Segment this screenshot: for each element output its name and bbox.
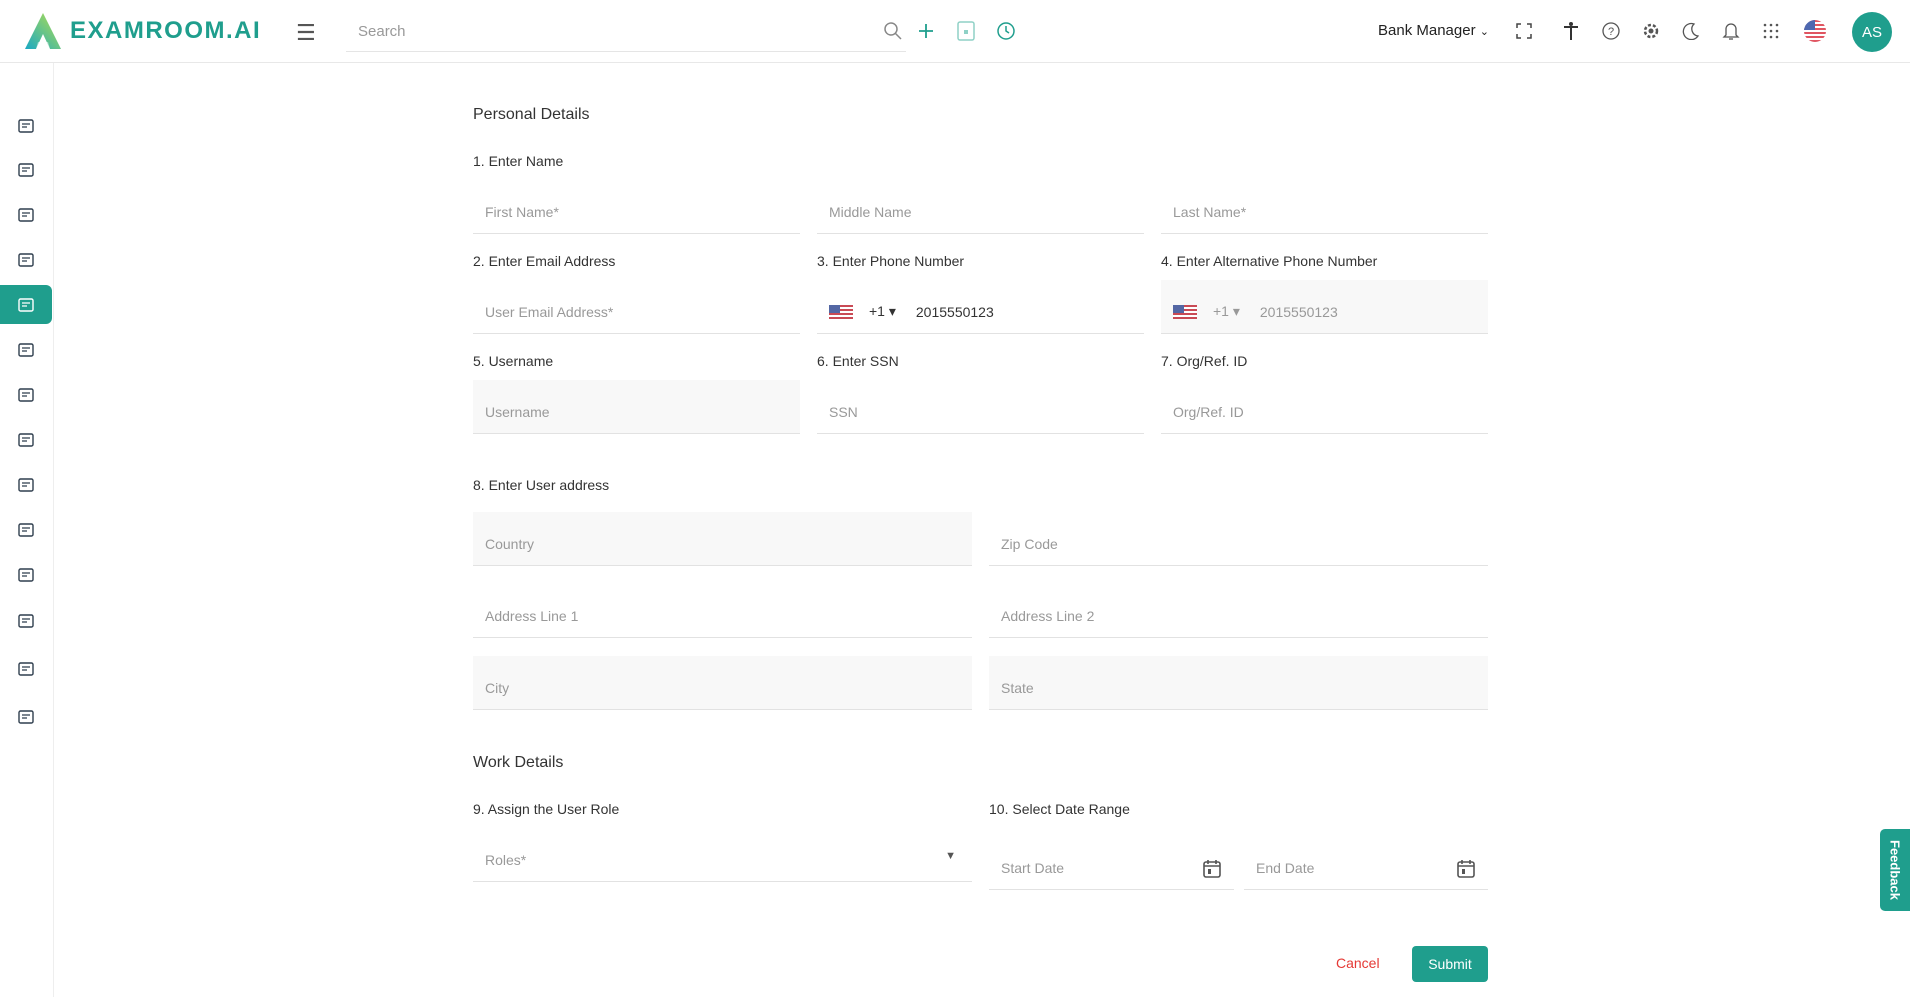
section-title-personal: Personal Details <box>473 106 590 123</box>
sidebar-item-6[interactable] <box>0 330 52 369</box>
add-library-icon <box>17 206 35 224</box>
chevron-down-icon: ⌄ <box>1479 26 1489 38</box>
section-title-work: Work Details <box>473 754 564 771</box>
zip-code-input[interactable]: Zip Code <box>989 512 1488 566</box>
avatar[interactable]: AS <box>1852 12 1892 52</box>
sidebar-item-1[interactable] <box>0 106 52 145</box>
notes-icon <box>17 386 35 404</box>
sidebar-item-2[interactable] <box>0 150 52 189</box>
label-username: 5. Username <box>473 353 554 369</box>
alt-phone-value: 2015550123 <box>1259 303 1338 320</box>
country-code-select[interactable]: +1 ▾ <box>1213 303 1240 320</box>
servers-icon <box>17 117 35 135</box>
sidebar-item-13[interactable] <box>0 649 52 688</box>
country-code-select[interactable]: +1 ▾ <box>869 303 896 320</box>
search-input[interactable]: Search <box>346 12 906 52</box>
calendar-icon[interactable] <box>1456 858 1476 878</box>
cancel-button[interactable]: Cancel <box>1336 955 1380 971</box>
country-input[interactable]: Country <box>473 512 972 566</box>
sidebar-item-12[interactable] <box>0 601 52 640</box>
sidebar-item-5[interactable] <box>0 285 52 324</box>
server-chat-icon <box>17 660 35 678</box>
logo[interactable]: EXAMROOM.AI <box>24 12 261 50</box>
ssn-input[interactable]: SSN <box>817 380 1144 434</box>
list-collapse-icon <box>17 521 35 539</box>
save-icon[interactable] <box>953 18 979 44</box>
label-role: 9. Assign the User Role <box>473 801 620 817</box>
top-header: EXAMROOM.AI ☰ Search Bank Manager ⌄ ? AS <box>0 0 1910 63</box>
label-ssn: 6. Enter SSN <box>817 353 899 369</box>
alt-phone-input[interactable]: +1 ▾ 2015550123 <box>1161 280 1488 334</box>
sidebar-item-4[interactable] <box>0 240 52 279</box>
sidebar-item-14[interactable] <box>0 697 52 736</box>
add-icon[interactable] <box>913 18 939 44</box>
city-input[interactable]: City <box>473 656 972 710</box>
address-line-2-input[interactable]: Address Line 2 <box>989 584 1488 638</box>
label-date-range: 10. Select Date Range <box>989 801 1130 817</box>
user-icon <box>17 296 35 314</box>
user-settings-icon <box>17 251 35 269</box>
notification-bell-icon[interactable] <box>1718 18 1744 44</box>
label-name: 1. Enter Name <box>473 153 564 169</box>
phone-input[interactable]: +1 ▾ 2015550123 <box>817 280 1144 334</box>
org-ref-input[interactable]: Org/Ref. ID <box>1161 380 1488 434</box>
calendar-icon[interactable] <box>1202 858 1222 878</box>
us-flag-icon[interactable] <box>829 304 853 319</box>
address-line-1-input[interactable]: Address Line 1 <box>473 584 972 638</box>
username-input[interactable]: Username <box>473 380 800 434</box>
start-date-input[interactable]: Start Date <box>989 836 1234 890</box>
role-dropdown[interactable]: Bank Manager ⌄ <box>1378 22 1489 39</box>
us-flag-language-icon[interactable] <box>1802 18 1828 44</box>
feedback-tab[interactable]: Feedback <box>1880 829 1910 911</box>
email-input[interactable]: User Email Address* <box>473 280 800 334</box>
sidebar-item-9[interactable] <box>0 465 52 504</box>
history-icon[interactable] <box>993 18 1019 44</box>
sidebar-item-8[interactable] <box>0 420 52 459</box>
label-address: 8. Enter User address <box>473 477 610 493</box>
sidebar-item-7[interactable] <box>0 375 52 414</box>
label-email: 2. Enter Email Address <box>473 253 616 269</box>
sidebar-item-11[interactable] <box>0 555 52 594</box>
label-org: 7. Org/Ref. ID <box>1161 353 1248 369</box>
submit-button[interactable]: Submit <box>1412 946 1488 982</box>
sidebar-item-3[interactable] <box>0 195 52 234</box>
roles-select[interactable]: Roles* ▼ <box>473 828 972 882</box>
end-date-input[interactable]: End Date <box>1244 836 1488 890</box>
search-icon[interactable] <box>880 18 906 44</box>
sidebar-item-10[interactable] <box>0 510 52 549</box>
fullscreen-icon[interactable] <box>1511 18 1537 44</box>
first-name-input[interactable]: First Name* <box>473 180 800 234</box>
hierarchy-icon <box>17 341 35 359</box>
apps-grid-icon[interactable] <box>1758 18 1784 44</box>
menu-toggle-icon[interactable]: ☰ <box>296 20 316 46</box>
dropdown-arrow-icon: ▼ <box>945 849 956 862</box>
settings-icon[interactable] <box>1638 18 1664 44</box>
globe-submenu-icon <box>17 612 35 630</box>
accessibility-icon[interactable] <box>1558 18 1584 44</box>
state-input[interactable]: State <box>989 656 1488 710</box>
svg-text:?: ? <box>1608 26 1614 38</box>
label-phone: 3. Enter Phone Number <box>817 253 965 269</box>
examroom-logo-icon <box>25 13 61 49</box>
phone-value: 2015550123 <box>915 303 994 320</box>
last-name-input[interactable]: Last Name* <box>1161 180 1488 234</box>
label-alt-phone: 4. Enter Alternative Phone Number <box>1161 253 1378 269</box>
globe-network-icon <box>17 708 35 726</box>
dark-mode-icon[interactable] <box>1678 18 1704 44</box>
report-chart-icon <box>17 476 35 494</box>
clipboard-check-icon <box>17 431 35 449</box>
help-icon[interactable]: ? <box>1598 18 1624 44</box>
list-submenu-icon <box>17 566 35 584</box>
sidebar <box>0 63 54 997</box>
bank-icon <box>17 161 35 179</box>
us-flag-icon[interactable] <box>1173 304 1197 319</box>
middle-name-input[interactable]: Middle Name <box>817 180 1144 234</box>
